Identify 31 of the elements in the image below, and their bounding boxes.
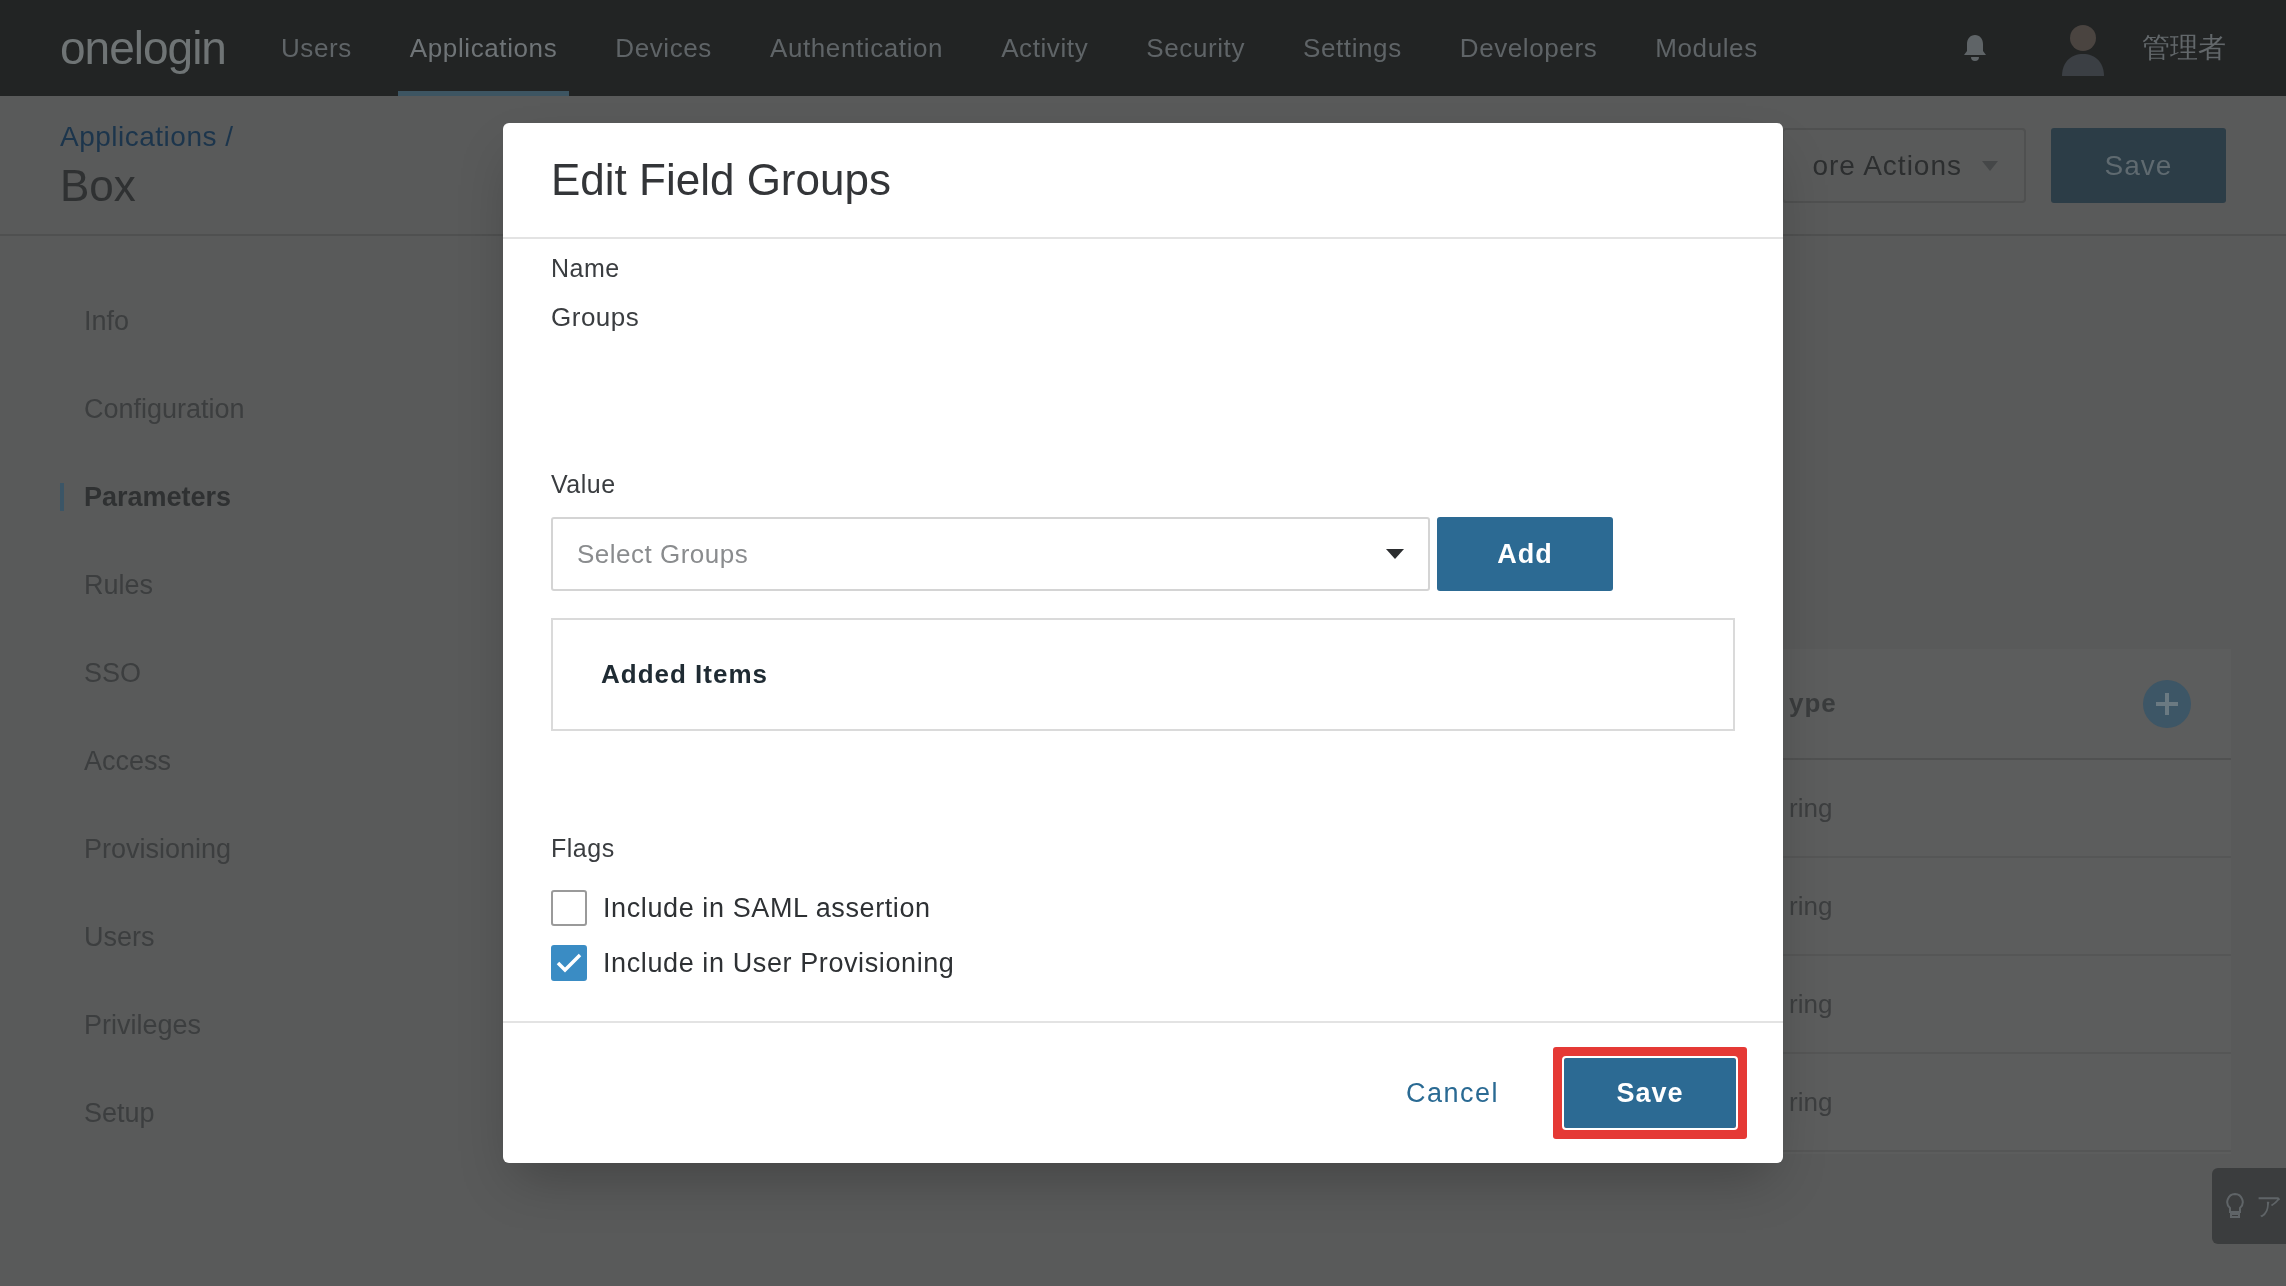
nav-tab[interactable]: Security [1134, 0, 1257, 96]
breadcrumb-link[interactable]: Applications / [60, 116, 234, 158]
field-label: Flags [551, 833, 616, 864]
checkbox-label: Include in User Provisioning [603, 947, 955, 980]
nav-tab[interactable]: Developers [1447, 0, 1610, 96]
nav-tab[interactable]: Applications [397, 0, 570, 96]
nav-tab[interactable]: Settings [1291, 0, 1414, 96]
cancel-button[interactable]: Cancel [1405, 1072, 1499, 1114]
nav-tab[interactable]: Activity [989, 0, 1101, 96]
caret-icon [1386, 549, 1404, 559]
user-name[interactable]: 管理者 [2142, 27, 2226, 69]
checkbox[interactable] [551, 945, 587, 981]
field-value: Groups [551, 301, 641, 334]
check-icon [556, 953, 582, 973]
lightbulb-icon [2226, 1193, 2244, 1219]
checkbox-label: Include in SAML assertion [603, 892, 931, 925]
plus-icon[interactable] [2143, 679, 2191, 728]
nav-tab[interactable]: Modules [1643, 0, 1770, 96]
dialog-title: Edit Field Groups [551, 154, 891, 206]
field-label: Name [551, 253, 621, 284]
nav-tab[interactable]: Authentication [757, 0, 956, 96]
bell-icon[interactable] [1962, 33, 1988, 63]
logo[interactable]: onelogin [60, 13, 226, 83]
nav-tab[interactable]: Devices [603, 0, 724, 96]
checkbox[interactable] [551, 890, 587, 926]
save-button[interactable]: Save [1564, 1058, 1736, 1128]
nav-tab[interactable]: Users [268, 0, 364, 96]
panel-title: Added Items [601, 658, 769, 691]
field-label: Value [551, 469, 617, 500]
add-button[interactable]: Add [1437, 517, 1613, 591]
groups-select[interactable]: Select Groups [551, 517, 1430, 591]
